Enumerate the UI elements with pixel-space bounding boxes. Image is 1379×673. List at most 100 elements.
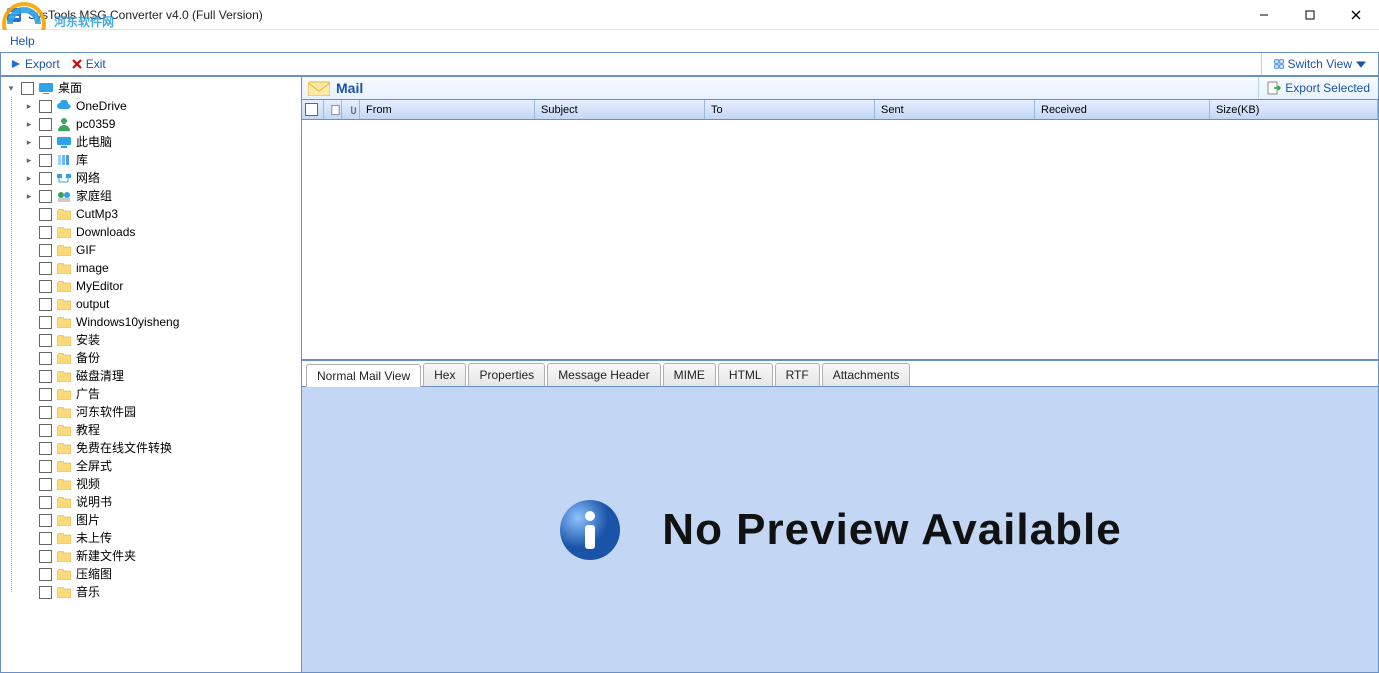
tree-checkbox[interactable]	[39, 496, 52, 509]
tree-item[interactable]: 安装	[23, 331, 297, 349]
close-button[interactable]	[1333, 0, 1379, 29]
switch-view-button[interactable]: Switch View	[1270, 57, 1370, 71]
tab-mime[interactable]: MIME	[663, 363, 716, 386]
tab-properties[interactable]: Properties	[468, 363, 545, 386]
tree-item[interactable]: ▸OneDrive	[23, 97, 297, 115]
tree-checkbox[interactable]	[39, 316, 52, 329]
tab-normal-mail-view[interactable]: Normal Mail View	[306, 364, 421, 387]
tree-item-label: 备份	[74, 349, 100, 367]
tree-item[interactable]: 教程	[23, 421, 297, 439]
expand-icon[interactable]: ▸	[23, 136, 35, 148]
mail-grid[interactable]: From Subject To Sent Received Size(KB)	[302, 100, 1379, 360]
tree-checkbox[interactable]	[39, 532, 52, 545]
tree-checkbox[interactable]	[39, 118, 52, 131]
expand-icon[interactable]: ▸	[23, 190, 35, 202]
tree-item[interactable]: 说明书	[23, 493, 297, 511]
header-received[interactable]: Received	[1035, 100, 1210, 119]
tab-attachments[interactable]: Attachments	[822, 363, 911, 386]
collapse-icon[interactable]: ▾	[5, 82, 17, 94]
tab-message-header[interactable]: Message Header	[547, 363, 660, 386]
expand-icon[interactable]: ▸	[23, 100, 35, 112]
tree-checkbox[interactable]	[39, 442, 52, 455]
chevron-down-icon	[1356, 59, 1366, 69]
tree-item-label: 磁盘清理	[74, 367, 124, 385]
tree-checkbox[interactable]	[39, 136, 52, 149]
tree-item[interactable]: ▸pc0359	[23, 115, 297, 133]
header-from[interactable]: From	[360, 100, 535, 119]
tree-item[interactable]: 免费在线文件转换	[23, 439, 297, 457]
tree-item[interactable]: GIF	[23, 241, 297, 259]
tree-checkbox[interactable]	[39, 190, 52, 203]
tree-item[interactable]: 压缩图	[23, 565, 297, 583]
tree-item[interactable]: ▸库	[23, 151, 297, 169]
tree-item[interactable]: 音乐	[23, 583, 297, 601]
header-flag-col[interactable]	[324, 100, 342, 119]
folder-icon	[56, 567, 72, 581]
tree-checkbox[interactable]	[39, 586, 52, 599]
select-all-checkbox[interactable]	[305, 103, 318, 116]
expand-icon[interactable]: ▸	[23, 154, 35, 166]
tree-checkbox[interactable]	[39, 550, 52, 563]
tree-checkbox[interactable]	[39, 478, 52, 491]
menu-help[interactable]: Help	[10, 34, 35, 48]
tree-item[interactable]: Windows10yisheng	[23, 313, 297, 331]
tree-item[interactable]: MyEditor	[23, 277, 297, 295]
tree-checkbox[interactable]	[39, 370, 52, 383]
tree-item[interactable]: ▸网络	[23, 169, 297, 187]
header-sent[interactable]: Sent	[875, 100, 1035, 119]
expand-icon[interactable]: ▸	[23, 172, 35, 184]
export-button[interactable]: Export	[7, 57, 64, 71]
tree-checkbox[interactable]	[39, 568, 52, 581]
folder-icon	[56, 207, 72, 221]
preview-tabs: Normal Mail View Hex Properties Message …	[302, 360, 1379, 386]
tab-rtf[interactable]: RTF	[775, 363, 820, 386]
tree-checkbox[interactable]	[39, 460, 52, 473]
tree-checkbox[interactable]	[39, 154, 52, 167]
tree-item[interactable]: 广告	[23, 385, 297, 403]
tree-checkbox[interactable]	[39, 334, 52, 347]
tree-checkbox[interactable]	[39, 100, 52, 113]
tree-checkbox[interactable]	[39, 514, 52, 527]
tree-checkbox[interactable]	[21, 82, 34, 95]
tree-item[interactable]: 图片	[23, 511, 297, 529]
tree-checkbox[interactable]	[39, 406, 52, 419]
tree-checkbox[interactable]	[39, 424, 52, 437]
tree-checkbox[interactable]	[39, 262, 52, 275]
header-attachment-col[interactable]	[342, 100, 360, 119]
tree-item[interactable]: ▸此电脑	[23, 133, 297, 151]
tree-item[interactable]: 磁盘清理	[23, 367, 297, 385]
tab-hex[interactable]: Hex	[423, 363, 466, 386]
tree-checkbox[interactable]	[39, 352, 52, 365]
tab-html[interactable]: HTML	[718, 363, 773, 386]
export-selected-button[interactable]: Export Selected	[1258, 77, 1378, 99]
tree-root[interactable]: ▾ 桌面	[5, 79, 297, 97]
exit-button[interactable]: Exit	[68, 57, 110, 71]
tree-checkbox[interactable]	[39, 280, 52, 293]
header-size[interactable]: Size(KB)	[1210, 100, 1378, 119]
folder-icon	[56, 405, 72, 419]
tree-item[interactable]: Downloads	[23, 223, 297, 241]
tree-checkbox[interactable]	[39, 208, 52, 221]
tree-item[interactable]: 未上传	[23, 529, 297, 547]
tree-item[interactable]: 视频	[23, 475, 297, 493]
header-checkbox-col[interactable]	[302, 100, 324, 119]
header-to[interactable]: To	[705, 100, 875, 119]
expand-icon[interactable]: ▸	[23, 118, 35, 130]
tree-item[interactable]: 河东软件园	[23, 403, 297, 421]
maximize-button[interactable]	[1287, 0, 1333, 29]
tree-item[interactable]: 新建文件夹	[23, 547, 297, 565]
tree-item[interactable]: ▸家庭组	[23, 187, 297, 205]
tree-item[interactable]: image	[23, 259, 297, 277]
tree-checkbox[interactable]	[39, 226, 52, 239]
tree-checkbox[interactable]	[39, 244, 52, 257]
tree-item[interactable]: 全屏式	[23, 457, 297, 475]
tree-item[interactable]: CutMp3	[23, 205, 297, 223]
tree-checkbox[interactable]	[39, 388, 52, 401]
tree-checkbox[interactable]	[39, 172, 52, 185]
folder-tree-pane[interactable]: ▾ 桌面 ▸OneDrive▸pc0359▸此电脑▸库▸网络▸家庭组CutMp3…	[0, 76, 302, 673]
header-subject[interactable]: Subject	[535, 100, 705, 119]
tree-checkbox[interactable]	[39, 298, 52, 311]
tree-item[interactable]: output	[23, 295, 297, 313]
minimize-button[interactable]	[1241, 0, 1287, 29]
tree-item[interactable]: 备份	[23, 349, 297, 367]
